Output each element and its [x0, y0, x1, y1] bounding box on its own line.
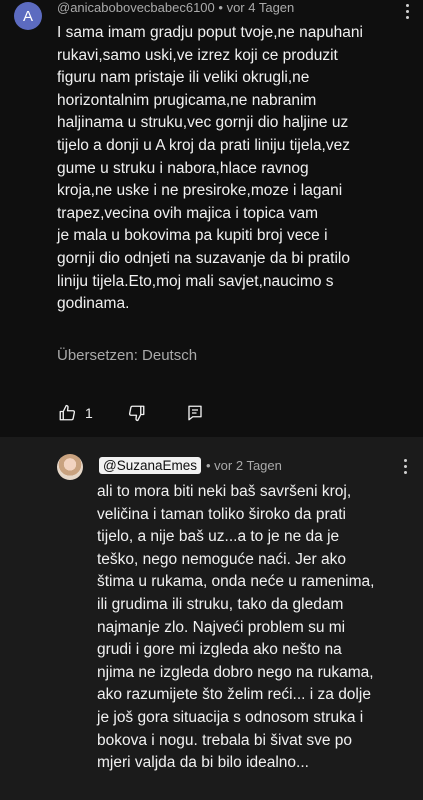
avatar[interactable] [57, 454, 83, 480]
meta-separator: • [218, 0, 227, 15]
more-vert-icon[interactable] [405, 4, 411, 22]
comment-header: @anicabobovecbabec6100 • vor 4 Tagen [57, 0, 294, 15]
like-count: 1 [85, 405, 93, 421]
reply-author-badge[interactable]: @SuzanaEmes [99, 457, 201, 474]
thumb-up-icon[interactable] [57, 403, 77, 423]
thumb-down-icon[interactable] [127, 403, 147, 423]
comment-thread: A @anicabobovecbabec6100 • vor 4 Tagen I… [0, 0, 423, 437]
meta-separator: • [206, 458, 215, 473]
reply-icon[interactable] [185, 403, 205, 423]
more-vert-icon[interactable] [403, 459, 409, 477]
avatar[interactable]: A [14, 2, 42, 30]
reply-time[interactable]: vor 2 Tagen [214, 458, 282, 473]
reply-comment: @SuzanaEmes • vor 2 Tagen ali to mora bi… [0, 437, 423, 800]
comment-time[interactable]: vor 4 Tagen [227, 0, 295, 15]
reply-text: ali to mora biti neki baš savršeni kroj,… [97, 483, 375, 772]
avatar-letter: A [22, 7, 33, 25]
reply-header: @SuzanaEmes • vor 2 Tagen [99, 457, 282, 474]
comment-text: I sama imam gradju poput tvoje,ne napuha… [57, 24, 363, 313]
comment-author[interactable]: @anicabobovecbabec6100 [57, 0, 215, 15]
comment-actions: 1 [57, 402, 205, 424]
translate-link[interactable]: Übersetzen: Deutsch [57, 347, 197, 364]
